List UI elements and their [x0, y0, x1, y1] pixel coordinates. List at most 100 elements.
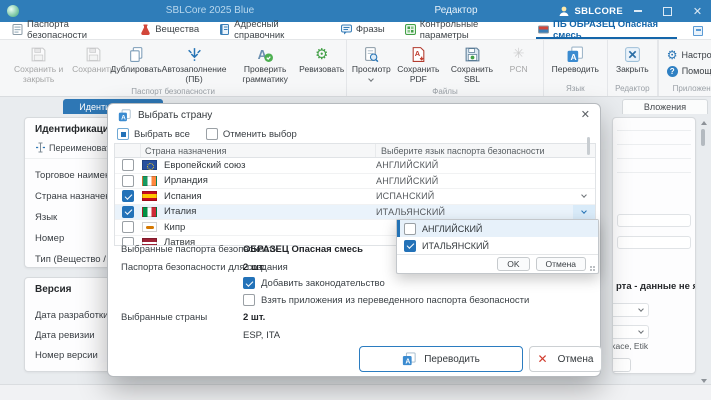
country-name: Ирландия — [164, 175, 208, 186]
tab-phrases[interactable]: Фразы — [339, 22, 387, 39]
main-tab-strip: Паспорта безопасности Вещества Адресный … — [0, 22, 711, 40]
help-button[interactable]: ? Помощь — [667, 66, 711, 77]
table-row[interactable]: Италия ИТАЛЬЯНСКИЙ — [115, 205, 595, 221]
deselect-all-checkbox[interactable] — [206, 128, 218, 140]
cancel-button[interactable]: ✕ Отмена — [529, 346, 602, 372]
language-dropdown-popup: АНГЛИЙСКИЙ ИТАЛЬЯНСКИЙ OK Отмена — [396, 219, 599, 274]
svg-text:A: A — [571, 52, 577, 62]
check-grammar-button[interactable]: A Проверить грамматику — [229, 43, 301, 86]
attachments-partial-button[interactable] — [612, 358, 631, 372]
ribbon-group-editor: Закрыть Редактор — [608, 40, 658, 96]
save-close-icon — [30, 46, 47, 63]
tab-safety-data-sheets[interactable]: Паспорта безопасности — [10, 22, 122, 39]
table-row[interactable]: Ирландия АНГЛИЙСКИЙ — [115, 174, 595, 190]
row-checkbox[interactable] — [122, 206, 134, 218]
language-option[interactable]: ИТАЛЬЯНСКИЙ — [397, 237, 598, 254]
row-checkbox[interactable] — [122, 190, 134, 202]
language-cell[interactable]: ИСПАНСКИЙ — [376, 191, 573, 201]
translate-button[interactable]: A Переводить — [359, 346, 523, 372]
preview-button[interactable]: Просмотр — [351, 43, 391, 82]
cancel-x-icon: ✕ — [538, 352, 548, 366]
translate-icon: A — [566, 46, 584, 63]
tab-address-book[interactable]: Адресный справочник — [217, 22, 323, 39]
minimize-button[interactable] — [632, 6, 643, 17]
row-checkbox[interactable] — [122, 159, 134, 171]
dropdown-cancel-button[interactable]: Отмена — [536, 257, 587, 271]
pcn-button[interactable]: ✳ PCN — [499, 43, 539, 76]
scrollbar-thumb[interactable] — [701, 129, 705, 146]
language-cell[interactable]: ИТАЛЬЯНСКИЙ — [376, 207, 573, 217]
editor-content: Идентификация Вложения Идентификация Пер… — [0, 97, 711, 400]
add-legislation-option[interactable]: Добавить законодательство — [243, 277, 385, 289]
translate-icon: A — [118, 109, 131, 122]
dialog-title: Выбрать страну — [138, 110, 212, 121]
svg-text:A: A — [406, 358, 411, 365]
tab-sds-sample-dangerous-mixture[interactable]: ПБ ОБРАЗЕЦ Опасная смесь — [536, 22, 677, 39]
substances-flask-icon — [140, 24, 151, 35]
settings-button[interactable]: ⚙ Настройки — [667, 49, 711, 61]
app-logo-icon — [7, 5, 19, 17]
dropdown-ok-button[interactable]: OK — [497, 257, 529, 271]
ribbon-group-sds: Сохранить и закрыть Сохранить Дублироват… — [0, 40, 347, 96]
chevron-down-icon[interactable] — [581, 192, 587, 198]
scroll-down-icon[interactable] — [701, 379, 707, 383]
rename-button[interactable]: Переименовать — [35, 142, 115, 153]
address-book-icon — [219, 24, 230, 35]
attachment-select[interactable] — [612, 325, 649, 339]
row-checkbox[interactable] — [122, 221, 134, 233]
pin-window-icon[interactable] — [693, 26, 703, 36]
preview-icon — [363, 46, 380, 63]
deselect-all-option[interactable]: Отменить выбор — [206, 128, 297, 140]
language-option[interactable]: АНГЛИЙСКИЙ — [397, 220, 598, 237]
grammar-check-icon: A — [256, 46, 274, 63]
revise-button[interactable]: ⚙ Ревизовать — [301, 43, 342, 76]
translate-button-ribbon[interactable]: A Переводить — [548, 43, 603, 76]
attachment-input[interactable] — [617, 214, 691, 227]
pdf-icon: A — [410, 46, 427, 63]
dialog-close-button[interactable]: ✕ — [581, 108, 590, 121]
language-cell[interactable]: АНГЛИЙСКИЙ — [376, 176, 595, 186]
attachment-input[interactable] — [617, 236, 691, 249]
restore-button[interactable] — [662, 6, 673, 17]
user-icon — [558, 5, 570, 17]
selected-countries-codes: ESP, ITA — [243, 330, 280, 341]
save-and-close-button[interactable]: Сохранить и закрыть — [4, 43, 73, 86]
control-parameters-icon — [405, 24, 416, 35]
save-icon — [85, 46, 102, 63]
ribbon-group-files: Просмотр A Сохранить PDF Сохранить SBL ✳… — [347, 40, 543, 96]
tab-control-parameters[interactable]: Контрольные параметры — [403, 22, 520, 39]
chevron-down-icon[interactable] — [581, 208, 587, 214]
table-row[interactable]: Европейский союз АНГЛИЙСКИЙ — [115, 158, 595, 174]
table-row[interactable]: Испания ИСПАНСКИЙ — [115, 189, 595, 205]
page-tab-attachments[interactable]: Вложения — [622, 99, 708, 114]
language-option-checkbox[interactable] — [404, 223, 416, 235]
close-editor-icon — [624, 46, 641, 63]
autofill-button[interactable]: Автозаполнение (ПБ) — [159, 43, 229, 86]
selected-countries-value: 2 шт. — [243, 312, 265, 323]
ribbon-group-application: ⚙ Настройки ? Помощь Приложение — [658, 40, 711, 96]
table-scrollbar-thumb[interactable] — [587, 137, 590, 155]
scroll-up-icon[interactable] — [701, 121, 707, 125]
attachment-select[interactable] — [612, 303, 649, 317]
country-flag-icon — [142, 222, 157, 232]
tab-substances[interactable]: Вещества — [138, 22, 201, 39]
sbl-icon — [464, 46, 481, 63]
add-legislation-checkbox[interactable] — [243, 277, 255, 289]
close-window-button[interactable]: ✕ — [692, 6, 703, 17]
take-attachments-option[interactable]: Взять приложения из переведенного паспор… — [243, 294, 529, 306]
resize-grip[interactable] — [590, 266, 596, 272]
vertical-scrollbar[interactable] — [700, 121, 707, 383]
save-pdf-button[interactable]: A Сохранить PDF — [391, 43, 445, 86]
close-editor-button[interactable]: Закрыть — [612, 43, 653, 76]
select-all-option[interactable]: Выбрать все — [117, 128, 190, 140]
save-sbl-button[interactable]: Сохранить SBL — [445, 43, 498, 86]
ribbon: Сохранить и закрыть Сохранить Дублироват… — [0, 40, 711, 97]
select-all-checkbox[interactable] — [117, 128, 129, 140]
language-option-checkbox[interactable] — [404, 240, 416, 252]
take-attachments-checkbox[interactable] — [243, 294, 255, 306]
row-checkbox[interactable] — [122, 175, 134, 187]
save-button[interactable]: Сохранить — [73, 43, 113, 76]
attachments-partial-header: рта - данные не я — [616, 281, 696, 292]
language-cell[interactable]: АНГЛИЙСКИЙ — [376, 160, 595, 170]
duplicate-button[interactable]: Дублировать — [113, 43, 159, 76]
